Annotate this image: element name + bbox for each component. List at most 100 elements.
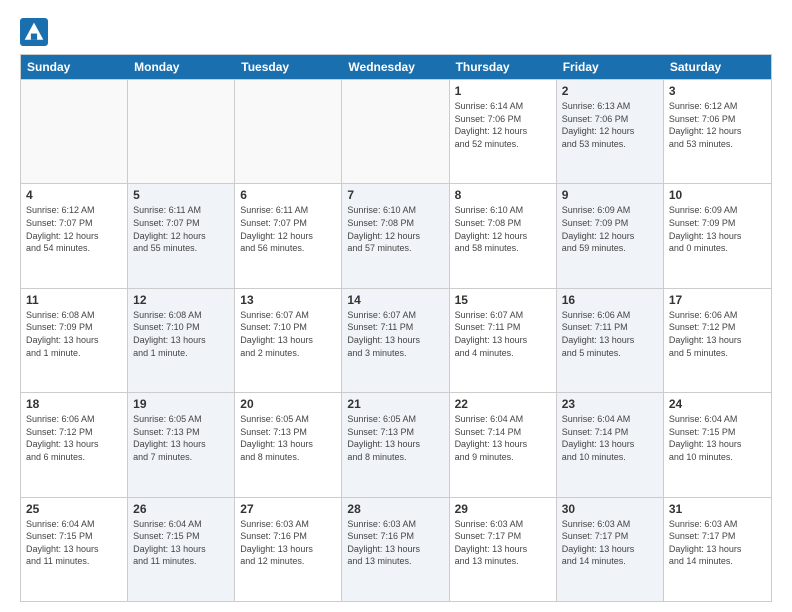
calendar-cell-26: 26 Sunrise: 6:04 AM Sunset: 7:15 PM Dayli… xyxy=(128,498,235,601)
calendar-week-5: 25Sunrise: 6:04 AM Sunset: 7:15 PM Dayli… xyxy=(21,497,771,601)
day-info: Sunrise: 6:10 AM Sunset: 7:08 PM Dayligh… xyxy=(455,204,551,254)
day-info: Sunrise: 6:10 AM Sunset: 7:08 PM Dayligh… xyxy=(347,204,443,254)
day-number: 20 xyxy=(240,397,336,411)
calendar-cell-empty-0-1 xyxy=(128,80,235,183)
weekday-header-saturday: Saturday xyxy=(664,55,771,79)
day-info: Sunrise: 6:03 AM Sunset: 7:17 PM Dayligh… xyxy=(455,518,551,568)
day-info: Sunrise: 6:05 AM Sunset: 7:13 PM Dayligh… xyxy=(240,413,336,463)
day-info: Sunrise: 6:11 AM Sunset: 7:07 PM Dayligh… xyxy=(240,204,336,254)
day-info: Sunrise: 6:05 AM Sunset: 7:13 PM Dayligh… xyxy=(347,413,443,463)
calendar-cell-18: 18 Sunrise: 6:06 AM Sunset: 7:12 PM Dayli… xyxy=(21,393,128,496)
day-info: Sunrise: 6:05 AM Sunset: 7:13 PM Dayligh… xyxy=(133,413,229,463)
day-number: 7 xyxy=(347,188,443,202)
calendar-cell-21: 21Sunrise: 6:05 AM Sunset: 7:13 PM Dayli… xyxy=(342,393,449,496)
day-number: 28 xyxy=(347,502,443,516)
day-number: 13 xyxy=(240,293,336,307)
calendar-cell-5: 5Sunrise: 6:11 AM Sunset: 7:07 PM Daylig… xyxy=(128,184,235,287)
calendar-cell-13: 13 Sunrise: 6:07 AM Sunset: 7:10 PM Dayli… xyxy=(235,289,342,392)
calendar-cell-14: 14 Sunrise: 6:07 AM Sunset: 7:11 PM Dayli… xyxy=(342,289,449,392)
day-info: Sunrise: 6:12 AM Sunset: 7:06 PM Dayligh… xyxy=(669,100,766,150)
calendar-cell-12: 12Sunrise: 6:08 AM Sunset: 7:10 PM Dayli… xyxy=(128,289,235,392)
day-number: 2 xyxy=(562,84,658,98)
day-info: Sunrise: 6:09 AM Sunset: 7:09 PM Dayligh… xyxy=(669,204,766,254)
calendar-body: 1 Sunrise: 6:14 AM Sunset: 7:06 PM Daylig… xyxy=(21,79,771,601)
day-info: Sunrise: 6:03 AM Sunset: 7:17 PM Dayligh… xyxy=(669,518,766,568)
day-number: 11 xyxy=(26,293,122,307)
calendar-cell-empty-0-3 xyxy=(342,80,449,183)
calendar-cell-24: 24 Sunrise: 6:04 AM Sunset: 7:15 PM Dayli… xyxy=(664,393,771,496)
day-number: 29 xyxy=(455,502,551,516)
day-number: 24 xyxy=(669,397,766,411)
day-number: 19 xyxy=(133,397,229,411)
calendar-cell-empty-0-2 xyxy=(235,80,342,183)
day-info: Sunrise: 6:04 AM Sunset: 7:14 PM Dayligh… xyxy=(455,413,551,463)
weekday-header-sunday: Sunday xyxy=(21,55,128,79)
weekday-header-monday: Monday xyxy=(128,55,235,79)
day-number: 23 xyxy=(562,397,658,411)
day-info: Sunrise: 6:07 AM Sunset: 7:11 PM Dayligh… xyxy=(455,309,551,359)
calendar-cell-7: 7 Sunrise: 6:10 AM Sunset: 7:08 PM Daylig… xyxy=(342,184,449,287)
day-number: 27 xyxy=(240,502,336,516)
day-number: 8 xyxy=(455,188,551,202)
logo-icon xyxy=(20,18,48,46)
calendar-cell-9: 9Sunrise: 6:09 AM Sunset: 7:09 PM Daylig… xyxy=(557,184,664,287)
day-number: 30 xyxy=(562,502,658,516)
header xyxy=(20,18,772,46)
day-number: 4 xyxy=(26,188,122,202)
day-number: 15 xyxy=(455,293,551,307)
weekday-header-friday: Friday xyxy=(557,55,664,79)
calendar-week-3: 11 Sunrise: 6:08 AM Sunset: 7:09 PM Dayli… xyxy=(21,288,771,392)
day-number: 26 xyxy=(133,502,229,516)
weekday-header-thursday: Thursday xyxy=(450,55,557,79)
weekday-header-wednesday: Wednesday xyxy=(342,55,449,79)
weekday-header-tuesday: Tuesday xyxy=(235,55,342,79)
calendar-cell-25: 25Sunrise: 6:04 AM Sunset: 7:15 PM Dayli… xyxy=(21,498,128,601)
calendar-cell-1: 1 Sunrise: 6:14 AM Sunset: 7:06 PM Daylig… xyxy=(450,80,557,183)
day-number: 14 xyxy=(347,293,443,307)
day-info: Sunrise: 6:04 AM Sunset: 7:15 PM Dayligh… xyxy=(133,518,229,568)
day-number: 1 xyxy=(455,84,551,98)
day-info: Sunrise: 6:14 AM Sunset: 7:06 PM Dayligh… xyxy=(455,100,551,150)
day-number: 10 xyxy=(669,188,766,202)
day-number: 17 xyxy=(669,293,766,307)
calendar-cell-27: 27Sunrise: 6:03 AM Sunset: 7:16 PM Dayli… xyxy=(235,498,342,601)
day-info: Sunrise: 6:07 AM Sunset: 7:10 PM Dayligh… xyxy=(240,309,336,359)
calendar-header: SundayMondayTuesdayWednesdayThursdayFrid… xyxy=(21,55,771,79)
day-info: Sunrise: 6:03 AM Sunset: 7:17 PM Dayligh… xyxy=(562,518,658,568)
calendar-cell-31: 31Sunrise: 6:03 AM Sunset: 7:17 PM Dayli… xyxy=(664,498,771,601)
calendar-cell-17: 17 Sunrise: 6:06 AM Sunset: 7:12 PM Dayli… xyxy=(664,289,771,392)
calendar-cell-15: 15 Sunrise: 6:07 AM Sunset: 7:11 PM Dayli… xyxy=(450,289,557,392)
day-number: 5 xyxy=(133,188,229,202)
day-info: Sunrise: 6:12 AM Sunset: 7:07 PM Dayligh… xyxy=(26,204,122,254)
day-number: 3 xyxy=(669,84,766,98)
calendar-cell-empty-0-0 xyxy=(21,80,128,183)
calendar-cell-22: 22 Sunrise: 6:04 AM Sunset: 7:14 PM Dayli… xyxy=(450,393,557,496)
day-info: Sunrise: 6:07 AM Sunset: 7:11 PM Dayligh… xyxy=(347,309,443,359)
calendar-cell-10: 10 Sunrise: 6:09 AM Sunset: 7:09 PM Dayli… xyxy=(664,184,771,287)
day-number: 16 xyxy=(562,293,658,307)
day-info: Sunrise: 6:06 AM Sunset: 7:12 PM Dayligh… xyxy=(26,413,122,463)
calendar-cell-6: 6Sunrise: 6:11 AM Sunset: 7:07 PM Daylig… xyxy=(235,184,342,287)
calendar-cell-4: 4 Sunrise: 6:12 AM Sunset: 7:07 PM Daylig… xyxy=(21,184,128,287)
calendar-week-4: 18 Sunrise: 6:06 AM Sunset: 7:12 PM Dayli… xyxy=(21,392,771,496)
calendar-cell-29: 29 Sunrise: 6:03 AM Sunset: 7:17 PM Dayli… xyxy=(450,498,557,601)
day-info: Sunrise: 6:13 AM Sunset: 7:06 PM Dayligh… xyxy=(562,100,658,150)
day-info: Sunrise: 6:04 AM Sunset: 7:15 PM Dayligh… xyxy=(669,413,766,463)
calendar-week-1: 1 Sunrise: 6:14 AM Sunset: 7:06 PM Daylig… xyxy=(21,79,771,183)
calendar-cell-16: 16 Sunrise: 6:06 AM Sunset: 7:11 PM Dayli… xyxy=(557,289,664,392)
calendar-week-2: 4 Sunrise: 6:12 AM Sunset: 7:07 PM Daylig… xyxy=(21,183,771,287)
calendar-cell-19: 19 Sunrise: 6:05 AM Sunset: 7:13 PM Dayli… xyxy=(128,393,235,496)
day-info: Sunrise: 6:06 AM Sunset: 7:11 PM Dayligh… xyxy=(562,309,658,359)
calendar-cell-28: 28Sunrise: 6:03 AM Sunset: 7:16 PM Dayli… xyxy=(342,498,449,601)
day-info: Sunrise: 6:04 AM Sunset: 7:14 PM Dayligh… xyxy=(562,413,658,463)
day-info: Sunrise: 6:04 AM Sunset: 7:15 PM Dayligh… xyxy=(26,518,122,568)
calendar: SundayMondayTuesdayWednesdayThursdayFrid… xyxy=(20,54,772,602)
calendar-cell-2: 2 Sunrise: 6:13 AM Sunset: 7:06 PM Daylig… xyxy=(557,80,664,183)
day-number: 22 xyxy=(455,397,551,411)
day-info: Sunrise: 6:06 AM Sunset: 7:12 PM Dayligh… xyxy=(669,309,766,359)
page: SundayMondayTuesdayWednesdayThursdayFrid… xyxy=(0,0,792,612)
calendar-cell-23: 23 Sunrise: 6:04 AM Sunset: 7:14 PM Dayli… xyxy=(557,393,664,496)
day-info: Sunrise: 6:08 AM Sunset: 7:09 PM Dayligh… xyxy=(26,309,122,359)
calendar-cell-20: 20 Sunrise: 6:05 AM Sunset: 7:13 PM Dayli… xyxy=(235,393,342,496)
day-number: 18 xyxy=(26,397,122,411)
